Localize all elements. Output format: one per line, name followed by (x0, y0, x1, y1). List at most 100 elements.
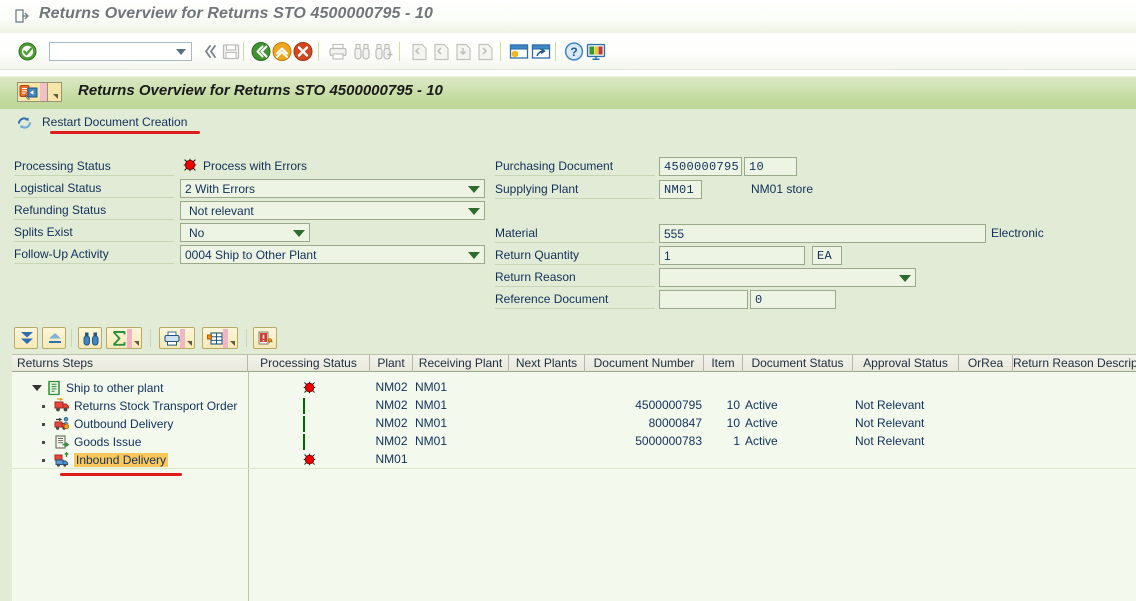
supplying-plant-field[interactable]: NM01 (659, 180, 702, 199)
inbound-delivery-icon (54, 452, 70, 468)
supplying-plant-value: NM01 (664, 183, 694, 197)
tree-node-label[interactable]: Inbound Delivery (74, 453, 168, 467)
return-quantity-uom-field[interactable]: EA (812, 246, 842, 265)
header-form: Processing Status Process with Errors Lo… (0, 145, 1136, 325)
row-status-icon (303, 453, 316, 466)
column-header-document-number[interactable]: Document Number (585, 355, 704, 372)
goods-issue-icon (54, 434, 70, 450)
logistical-status-label: Logistical Status (14, 181, 101, 195)
column-header-item[interactable]: Item (704, 355, 743, 372)
print-icon (327, 41, 349, 62)
tree-node-label[interactable]: Goods Issue (74, 435, 141, 449)
splits-exist-dropdown[interactable]: No (180, 223, 310, 242)
row-status-icon (303, 381, 316, 394)
chevron-down-icon[interactable] (134, 341, 139, 346)
customize-local-layout-icon[interactable] (585, 41, 607, 62)
expand-all-icon (18, 330, 36, 347)
find-icon (351, 41, 373, 62)
create-shortcut-icon[interactable] (530, 41, 552, 62)
column-header-next-plants[interactable]: Next Plants (509, 355, 585, 372)
restart-annotation-underline (50, 131, 200, 134)
restart-document-creation-label: Restart Document Creation (42, 115, 187, 129)
expand-all-button[interactable] (14, 327, 38, 349)
back-history-icon[interactable] (200, 41, 222, 62)
chevron-down-icon[interactable] (293, 230, 305, 237)
table-row[interactable]: Outbound Delivery NM02 NM01 80000847 10 … (12, 415, 1136, 433)
return-quantity-uom-value: EA (817, 249, 832, 263)
tree-node-label[interactable]: Outbound Delivery (74, 417, 173, 431)
return-quantity-field[interactable]: 1 (659, 246, 805, 265)
grid-header-row: Returns Steps Processing Status Plant Re… (12, 354, 1136, 372)
reference-document-item-field[interactable]: 0 (750, 290, 836, 309)
cell-plant: NM02 (370, 398, 413, 412)
find-button[interactable] (78, 327, 102, 349)
first-page-icon (408, 41, 430, 62)
returns-steps-grid: Returns Steps Processing Status Plant Re… (12, 354, 1136, 601)
processing-status-value: Process with Errors (203, 159, 307, 173)
chevron-down-icon[interactable] (230, 341, 235, 346)
exit-icon[interactable] (271, 41, 293, 62)
purchasing-document-field[interactable]: 4500000795 (659, 157, 742, 176)
column-header-return-reason-description[interactable]: Return Reason Description (1013, 355, 1136, 372)
column-header-receiving-plant[interactable]: Receiving Plant (413, 355, 509, 372)
return-reason-dropdown[interactable] (659, 268, 916, 287)
enter-ok-icon[interactable] (18, 42, 37, 61)
log-warning-icon (257, 330, 275, 347)
chevron-down-icon[interactable] (899, 275, 911, 282)
follow-up-activity-dropdown[interactable]: 0004 Ship to Other Plant (180, 245, 485, 264)
refunding-status-dropdown[interactable]: Not relevant (180, 201, 485, 220)
column-header-orrea[interactable]: OrRea (959, 355, 1013, 372)
command-input[interactable] (52, 44, 176, 61)
table-row[interactable]: Inbound Delivery NM01 (12, 451, 1136, 469)
processing-status-label: Processing Status (14, 159, 111, 173)
create-session-icon[interactable] (508, 41, 530, 62)
table-row[interactable]: Ship to other plant NM02 NM01 (12, 379, 1136, 397)
save-icon (220, 41, 242, 62)
expand-collapse-toggle[interactable] (32, 385, 42, 391)
column-header-processing-status[interactable]: Processing Status (248, 355, 370, 372)
chevron-down-icon[interactable] (176, 49, 186, 55)
chevron-down-icon[interactable] (468, 208, 480, 215)
layout-grid-icon (206, 330, 224, 347)
help-icon[interactable]: ? (563, 41, 585, 62)
cancel-icon[interactable] (292, 41, 314, 62)
splits-exist-label: Splits Exist (14, 225, 73, 239)
print-button[interactable] (159, 327, 195, 349)
window-exit-icon (14, 8, 30, 24)
back-icon[interactable] (250, 41, 272, 62)
tree-node-label[interactable]: Returns Stock Transport Order (74, 399, 237, 413)
material-field[interactable]: 555 (659, 224, 986, 243)
splits-exist-value: No (189, 226, 204, 240)
column-header-plant[interactable]: Plant (370, 355, 413, 372)
table-row[interactable]: Goods Issue NM02 NM01 5000000783 1 Activ… (12, 433, 1136, 451)
refresh-icon (16, 115, 33, 131)
return-quantity-label: Return Quantity (495, 248, 579, 262)
system-toolbar: ? (0, 33, 1136, 70)
logistical-status-dropdown[interactable]: 2 With Errors (180, 179, 485, 198)
cell-plant: NM02 (370, 380, 413, 394)
column-header-document-status[interactable]: Document Status (743, 355, 853, 372)
cell-receiving-plant: NM01 (415, 416, 447, 430)
cell-plant: NM02 (370, 416, 413, 430)
column-header-returns-steps[interactable]: Returns Steps (12, 355, 248, 372)
supplying-plant-label: Supplying Plant (495, 182, 578, 196)
chevron-down-icon[interactable] (187, 341, 192, 346)
tree-node-label[interactable]: Ship to other plant (66, 381, 163, 395)
table-row[interactable]: Returns Stock Transport Order NM02 NM01 … (12, 397, 1136, 415)
collapse-all-button[interactable] (42, 327, 66, 349)
logistical-status-value: 2 With Errors (185, 182, 255, 196)
returns-sto-truck-icon (54, 398, 70, 414)
reference-document-field[interactable] (659, 290, 748, 309)
purchasing-document-item-field[interactable]: 10 (744, 157, 797, 176)
svg-text:?: ? (570, 45, 577, 59)
collapse-all-icon (46, 330, 64, 347)
transaction-icon[interactable] (17, 82, 62, 102)
chevron-down-icon[interactable] (468, 252, 480, 259)
chevron-down-icon[interactable] (468, 186, 480, 193)
column-header-approval-status[interactable]: Approval Status (853, 355, 959, 372)
sap-gui-window: Returns Overview for Returns STO 4500000… (0, 0, 1136, 601)
command-field[interactable] (49, 42, 192, 61)
total-button[interactable] (106, 327, 142, 349)
layout-button[interactable] (202, 327, 238, 349)
application-log-button[interactable] (253, 327, 277, 349)
